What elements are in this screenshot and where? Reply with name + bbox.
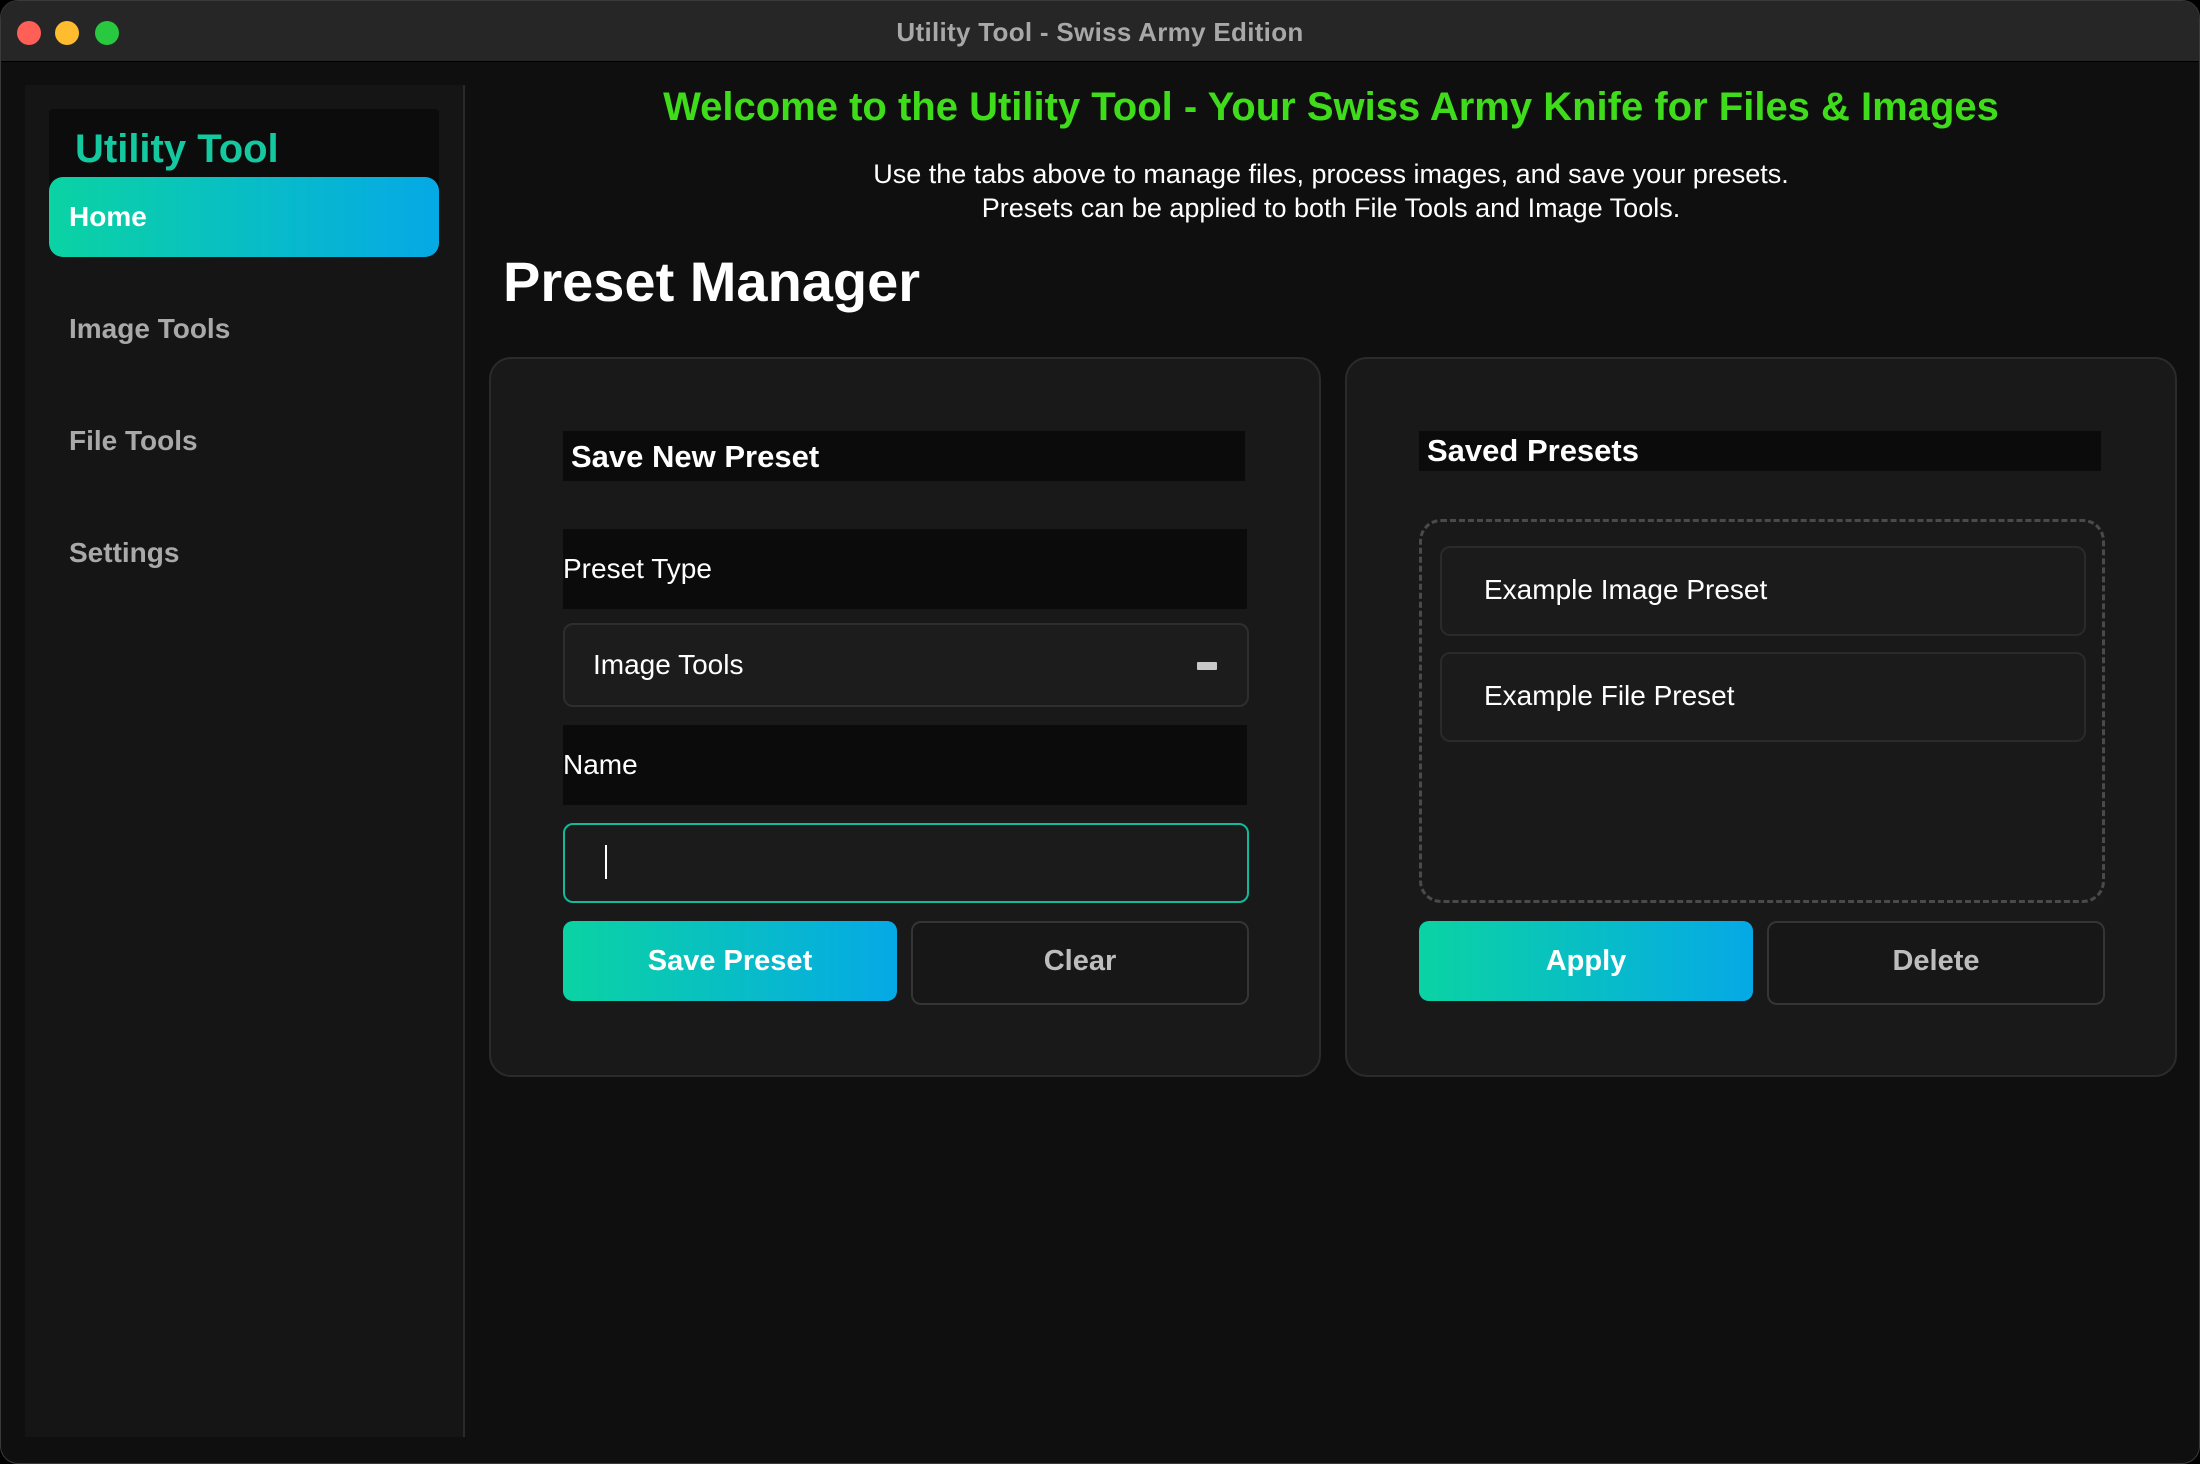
subtitle-line-1: Use the tabs above to manage files, proc… bbox=[873, 159, 1789, 189]
sidebar-item-settings[interactable]: Settings bbox=[49, 513, 439, 593]
saved-presets-heading: Saved Presets bbox=[1419, 431, 2101, 471]
sidebar-item-label: Settings bbox=[69, 537, 180, 568]
delete-button[interactable]: Delete bbox=[1767, 921, 2105, 1005]
sidebar-item-file-tools[interactable]: File Tools bbox=[49, 401, 439, 481]
preset-type-value: Image Tools bbox=[593, 649, 744, 680]
save-preset-button[interactable]: Save Preset bbox=[563, 921, 897, 1001]
text-caret bbox=[605, 845, 607, 879]
main-content: Welcome to the Utility Tool - Your Swiss… bbox=[489, 85, 2181, 1435]
window-title: Utility Tool - Swiss Army Edition bbox=[896, 17, 1304, 47]
brand-title: Utility Tool bbox=[75, 127, 279, 171]
app-window: Utility Tool - Swiss Army Edition Utilit… bbox=[0, 0, 2200, 1464]
list-item[interactable]: Example Image Preset bbox=[1440, 546, 2086, 636]
name-label: Name bbox=[563, 725, 1247, 805]
page-title: Preset Manager bbox=[503, 250, 921, 313]
preset-item-label: Example File Preset bbox=[1484, 680, 1735, 711]
sidebar-item-home[interactable]: Home bbox=[49, 177, 439, 257]
list-item[interactable]: Example File Preset bbox=[1440, 652, 2086, 742]
dropdown-indicator-icon bbox=[1197, 662, 1217, 670]
save-preset-heading: Save New Preset bbox=[563, 431, 1245, 481]
preset-type-label: Preset Type bbox=[563, 529, 1247, 609]
title-bar: Utility Tool - Swiss Army Edition bbox=[1, 1, 2199, 62]
preset-type-label-text: Preset Type bbox=[563, 553, 712, 584]
subtitle-line-2: Presets can be applied to both File Tool… bbox=[981, 193, 1681, 223]
name-label-text: Name bbox=[563, 749, 638, 780]
saved-presets-heading-text: Saved Presets bbox=[1427, 433, 1639, 468]
clear-button[interactable]: Clear bbox=[911, 921, 1249, 1005]
preset-type-select[interactable]: Image Tools bbox=[563, 623, 1249, 707]
saved-presets-card: Saved Presets Example Image Preset Examp… bbox=[1345, 357, 2177, 1077]
save-preset-heading-text: Save New Preset bbox=[571, 439, 820, 474]
sidebar-item-label: File Tools bbox=[69, 425, 198, 456]
sidebar-item-image-tools[interactable]: Image Tools bbox=[49, 289, 439, 369]
saved-presets-list[interactable]: Example Image Preset Example File Preset bbox=[1419, 519, 2105, 903]
sidebar: Utility Tool Home Image Tools File Tools… bbox=[25, 85, 465, 1437]
preset-name-input[interactable] bbox=[563, 823, 1249, 903]
preset-item-label: Example Image Preset bbox=[1484, 574, 1768, 605]
apply-button[interactable]: Apply bbox=[1419, 921, 1753, 1001]
sidebar-item-label: Home bbox=[69, 201, 147, 232]
save-preset-card: Save New Preset Preset Type Image Tools … bbox=[489, 357, 1321, 1077]
sidebar-item-label: Image Tools bbox=[69, 313, 231, 344]
welcome-heading: Welcome to the Utility Tool - Your Swiss… bbox=[663, 85, 1999, 129]
